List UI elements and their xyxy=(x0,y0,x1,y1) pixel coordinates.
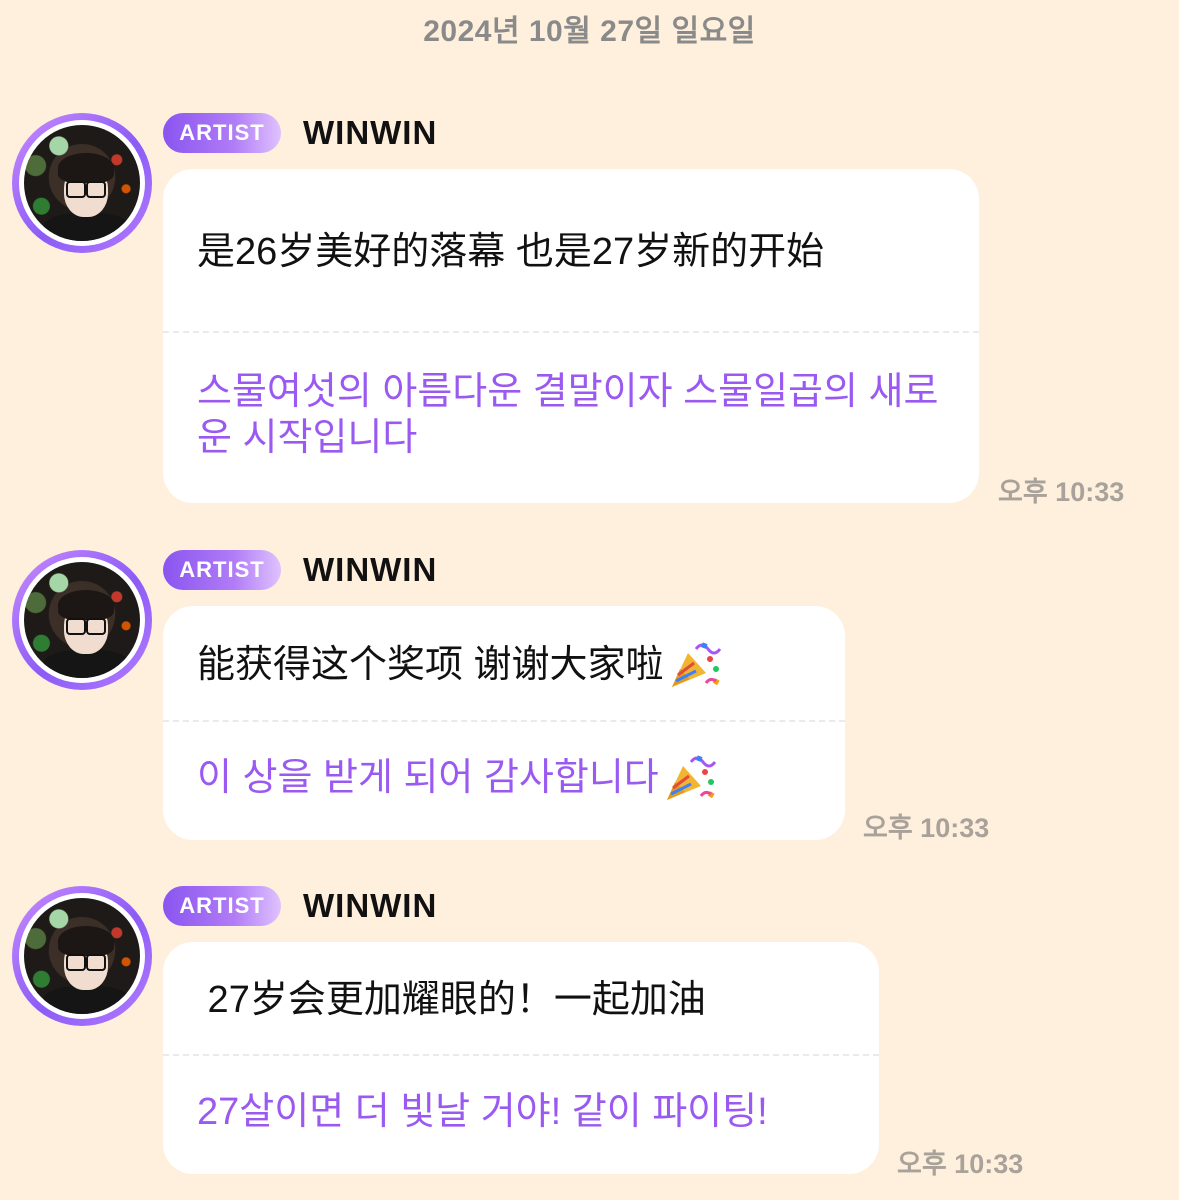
original-text: 27岁会更加耀眼的！一起加油 xyxy=(197,979,706,1021)
avatar[interactable] xyxy=(12,113,152,253)
party-popper-icon xyxy=(666,755,716,800)
translation-text: 이 상을 받게 되어 감사합니다 xyxy=(197,757,659,799)
translation-text: 27살이면 더 빛날 거야! 같이 파이팅! xyxy=(197,1091,768,1133)
sender-row: ARTIST WINWIN xyxy=(163,113,437,153)
message-1: ARTIST WINWIN 是26岁美好的落幕 也是27岁新的开始 스물여섯의 … xyxy=(0,113,1179,507)
translation-row: 이 상을 받게 되어 감사합니다 xyxy=(163,722,845,838)
message-2: ARTIST WINWIN 能获得这个奖项 谢谢大家啦 이 상을 받게 되어 감… xyxy=(0,550,1179,843)
translation-text: 스물여섯의 아름다운 결말이자 스물일곱의 새로운 시작입니다 xyxy=(197,371,939,459)
sender-row: ARTIST WINWIN xyxy=(163,886,437,926)
sender-name[interactable]: WINWIN xyxy=(303,551,437,589)
message-timestamp: 오후 10:33 xyxy=(863,813,990,843)
artist-badge: ARTIST xyxy=(163,113,281,153)
sender-row: ARTIST WINWIN xyxy=(163,550,437,590)
message-timestamp: 오후 10:33 xyxy=(998,477,1125,507)
message-bubble[interactable]: 是26岁美好的落幕 也是27岁新的开始 스물여섯의 아름다운 결말이자 스물일곱… xyxy=(163,169,979,503)
original-row: 能获得这个奖项 谢谢大家啦 xyxy=(163,606,845,720)
original-text: 能获得这个奖项 谢谢大家啦 xyxy=(197,644,664,686)
sender-name[interactable]: WINWIN xyxy=(303,887,437,925)
original-text: 是26岁美好的落幕 也是27岁新的开始 xyxy=(197,231,825,273)
message-bubble[interactable]: 能获得这个奖项 谢谢大家啦 이 상을 받게 되어 감사합니다 xyxy=(163,606,845,840)
avatar[interactable] xyxy=(12,550,152,690)
sender-name[interactable]: WINWIN xyxy=(303,114,437,152)
artist-badge: ARTIST xyxy=(163,550,281,590)
party-popper-icon xyxy=(671,642,721,687)
artist-badge: ARTIST xyxy=(163,886,281,926)
avatar[interactable] xyxy=(12,886,152,1026)
message-bubble[interactable]: 27岁会更加耀眼的！一起加油 27살이면 더 빛날 거야! 같이 파이팅! xyxy=(163,942,879,1174)
message-3: ARTIST WINWIN 27岁会更加耀眼的！一起加油 27살이면 더 빛날 … xyxy=(0,886,1179,1179)
date-header: 2024년 10월 27일 일요일 xyxy=(423,15,756,48)
message-timestamp: 오후 10:33 xyxy=(897,1149,1024,1179)
